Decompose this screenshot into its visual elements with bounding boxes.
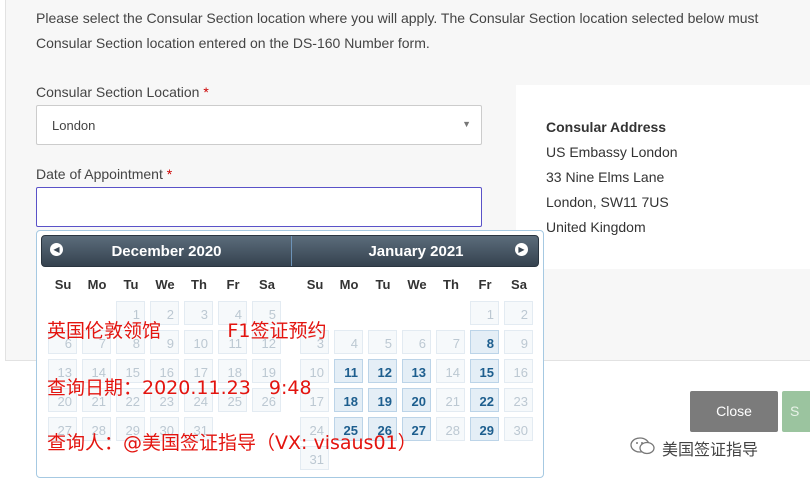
unavailable-day: 7 <box>436 330 465 354</box>
unavailable-day: 14 <box>436 359 465 383</box>
available-day[interactable]: 20 <box>402 388 431 412</box>
unavailable-day: 28 <box>436 417 465 441</box>
available-day[interactable]: 22 <box>470 388 499 412</box>
date-label-text: Date of Appointment <box>36 166 163 182</box>
weekday-header: Tu <box>375 277 391 292</box>
consular-address-box: Consular Address US Embassy London 33 Ni… <box>516 85 810 269</box>
overlay-line-2: 查询日期：2020.11.23 9:48 <box>47 377 312 399</box>
unavailable-day: 21 <box>436 388 465 412</box>
weekday-header: Fr <box>226 277 240 292</box>
intro-line-1: Please select the Consular Section locat… <box>36 10 759 26</box>
chevron-down-icon: ▼ <box>462 119 471 129</box>
weekday-header: Th <box>443 277 459 292</box>
available-day[interactable]: 19 <box>368 388 397 412</box>
available-day[interactable]: 18 <box>334 388 363 412</box>
available-day[interactable]: 13 <box>402 359 431 383</box>
location-label: Consular Section Location * <box>36 84 209 100</box>
unavailable-day: 9 <box>504 330 533 354</box>
close-button[interactable]: Close <box>690 391 778 432</box>
required-mark: * <box>166 166 173 182</box>
date-label: Date of Appointment * <box>36 166 172 182</box>
location-select-value: London <box>52 118 96 133</box>
intro-line-2: Consular Section location entered on the… <box>36 35 430 51</box>
required-mark: * <box>203 84 209 100</box>
weekday-header: Su <box>54 277 72 292</box>
available-day[interactable]: 11 <box>334 359 363 383</box>
location-select[interactable]: London ▼ <box>36 105 482 145</box>
available-day[interactable]: 15 <box>470 359 499 383</box>
available-day[interactable]: 8 <box>470 330 499 354</box>
address-title: Consular Address <box>546 119 667 135</box>
weekday-header: Su <box>306 277 324 292</box>
weekday-header: We <box>155 277 175 292</box>
weekday-header: Fr <box>478 277 492 292</box>
watermark-text: 美国签证指导 <box>662 440 759 459</box>
unavailable-day: 6 <box>402 330 431 354</box>
overlay-line-3: 查询人：@美国签证指导（VX: visaus01） <box>47 432 417 454</box>
weekday-header: Sa <box>259 277 275 292</box>
unavailable-day: 2 <box>504 301 533 325</box>
unavailable-day: 23 <box>504 388 533 412</box>
datepicker-header: ◀ December 2020 January 2021 ▶ <box>41 235 539 267</box>
unavailable-day: 4 <box>334 330 363 354</box>
intro-text: Please select the Consular Section locat… <box>36 6 810 56</box>
address-line: 33 Nine Elms Lane <box>546 169 665 185</box>
unavailable-day: 1 <box>470 301 499 325</box>
unavailable-day: 30 <box>504 417 533 441</box>
weekday-header: Tu <box>123 277 139 292</box>
address-line: London, SW11 7US <box>546 194 669 210</box>
next-month-icon[interactable]: ▶ <box>515 243 528 256</box>
address-line: United Kingdom <box>546 219 646 235</box>
address-line: US Embassy London <box>546 144 678 160</box>
month-title-december: December 2020 <box>111 243 222 260</box>
available-day[interactable]: 12 <box>368 359 397 383</box>
wechat-icon <box>630 437 655 455</box>
overlay-line-1: 英国伦敦领馆 F1签证预约 <box>47 320 327 342</box>
weekday-header: Mo <box>339 277 359 292</box>
submit-button[interactable]: S <box>782 391 810 432</box>
unavailable-day: 16 <box>504 359 533 383</box>
date-of-appointment-input[interactable] <box>36 187 482 227</box>
weekday-header: We <box>407 277 427 292</box>
unavailable-day: 5 <box>368 330 397 354</box>
available-day[interactable]: 29 <box>470 417 499 441</box>
weekday-header: Sa <box>511 277 527 292</box>
month-title-january: January 2021 <box>368 243 464 260</box>
weekday-header: Mo <box>87 277 107 292</box>
location-label-text: Consular Section Location <box>36 84 200 100</box>
weekday-header: Th <box>191 277 207 292</box>
